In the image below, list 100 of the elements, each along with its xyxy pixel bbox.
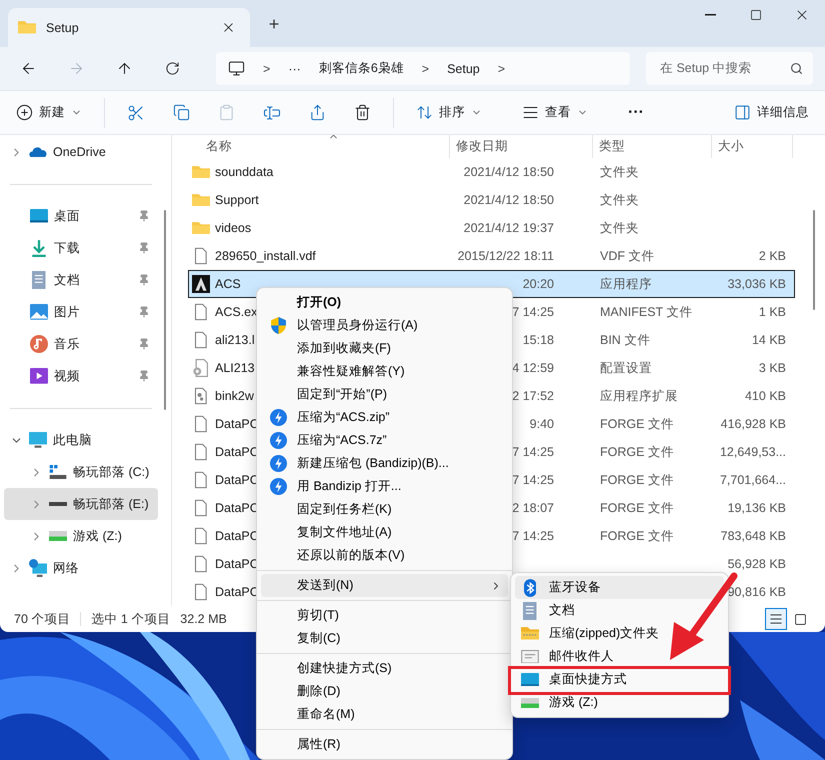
- drive-icon: [521, 698, 539, 708]
- file-name[interactable]: DataPC: [215, 473, 259, 487]
- breadcrumb[interactable]: Setup: [447, 62, 480, 76]
- menu-item[interactable]: 删除(D): [261, 680, 508, 703]
- sort-button[interactable]: 排序: [410, 96, 488, 128]
- menu-item[interactable]: 剪切(T): [261, 604, 508, 627]
- column-header[interactable]: 修改日期: [456, 138, 508, 155]
- search-field[interactable]: 在 Setup 中搜索: [646, 52, 813, 85]
- menu-item[interactable]: 兼容性疑难解答(Y): [261, 360, 508, 383]
- sidebar-item[interactable]: 视频: [4, 360, 158, 392]
- file-name[interactable]: DataPC: [215, 445, 259, 459]
- file-name[interactable]: videos: [215, 221, 252, 235]
- library-file-icon: [195, 387, 207, 405]
- details-button[interactable]: 详细信息: [728, 96, 815, 128]
- menu-item[interactable]: 以管理员身份运行(A): [261, 314, 508, 337]
- breadcrumb-separator[interactable]: >: [263, 62, 270, 76]
- sidebar-item[interactable]: 音乐: [4, 328, 158, 360]
- menu-item[interactable]: 压缩(zipped)文件夹: [515, 622, 724, 645]
- type-cell-text: 文件夹: [599, 164, 640, 180]
- sidebar-item[interactable]: 网络: [4, 552, 158, 584]
- menu-item[interactable]: 发送到(N): [261, 574, 508, 597]
- details-view-button[interactable]: [765, 608, 787, 630]
- folder-icon: [192, 166, 210, 178]
- menu-item[interactable]: 属性(R): [261, 733, 508, 756]
- date-cell-text: 2015/12/22 18:11: [456, 249, 555, 263]
- menu-item[interactable]: 压缩为“ACS.7z”: [261, 429, 508, 452]
- menu-item[interactable]: 复制文件地址(A): [261, 521, 508, 544]
- sidebar-item[interactable]: 桌面: [4, 200, 158, 232]
- sidebar-item[interactable]: OneDrive: [4, 136, 158, 168]
- sidebar-item[interactable]: 下载: [4, 232, 158, 264]
- view-button[interactable]: 查看: [516, 96, 594, 128]
- window-tab[interactable]: Setup: [8, 8, 250, 47]
- column-header[interactable]: 类型: [599, 138, 625, 155]
- sidebar-item[interactable]: 图片: [4, 296, 158, 328]
- menu-item[interactable]: 游戏 (Z:): [515, 691, 724, 714]
- breadcrumb[interactable]: ···: [288, 62, 301, 76]
- new-button[interactable]: 新建: [10, 96, 88, 128]
- menu-item[interactable]: 文档: [515, 599, 724, 622]
- lines-icon: [522, 104, 539, 121]
- menu-item[interactable]: 创建快捷方式(S): [261, 657, 508, 680]
- menu-item[interactable]: 打开(O): [261, 291, 508, 314]
- sidebar-item[interactable]: 游戏 (Z:): [4, 520, 158, 552]
- menu-item[interactable]: 还原以前的版本(V): [261, 544, 508, 567]
- file-name[interactable]: ACS.ex: [215, 305, 258, 319]
- file-name[interactable]: 289650_install.vdf: [215, 249, 316, 263]
- file-name[interactable]: DataPC: [215, 585, 259, 599]
- file-name[interactable]: ali213.l: [215, 333, 255, 347]
- menu-item[interactable]: 用 Bandizip 打开...: [261, 475, 508, 498]
- menu-item[interactable]: 复制(C): [261, 627, 508, 650]
- scissors-icon: [127, 104, 145, 122]
- size-cell-text: 2 KB: [758, 249, 787, 263]
- file-name[interactable]: ACS: [215, 277, 241, 291]
- size-cell-text: 410 KB: [744, 389, 787, 403]
- breadcrumb-separator[interactable]: >: [498, 62, 506, 76]
- minimize-icon: [704, 14, 716, 16]
- file-name[interactable]: DataPC: [215, 529, 259, 543]
- menu-item[interactable]: 桌面快捷方式: [515, 668, 724, 691]
- type-cell-text: 应用程序: [599, 276, 653, 292]
- menu-item[interactable]: 邮件收件人: [515, 645, 724, 668]
- menu-item[interactable]: 新建压缩包 (Bandizip)(B)...: [261, 452, 508, 475]
- sidebar-item[interactable]: 文档: [4, 264, 158, 296]
- file-name[interactable]: DataPC: [215, 501, 259, 515]
- size-cell-text: 3 KB: [758, 361, 787, 375]
- menu-item[interactable]: 压缩为“ACS.zip”: [261, 406, 508, 429]
- type-cell-text: FORGE 文件: [599, 472, 675, 488]
- menu-item[interactable]: 固定到任务栏(K): [261, 498, 508, 521]
- new-tab-button[interactable]: +: [258, 9, 290, 39]
- panel-icon: [734, 104, 751, 121]
- menu-item[interactable]: 添加到收藏夹(F): [261, 337, 508, 360]
- file-name[interactable]: bink2w: [215, 389, 254, 403]
- breadcrumb-separator[interactable]: >: [422, 62, 430, 76]
- address-bar[interactable]: > ··· 刺客信条6枭雄 > Setup >: [216, 52, 630, 85]
- date-cell-text: 7 14:25: [511, 473, 555, 487]
- menu-item[interactable]: 固定到“开始”(P): [261, 383, 508, 406]
- sidebar-item[interactable]: 畅玩部落 (C:): [4, 456, 158, 488]
- file-name[interactable]: ALI213: [215, 361, 255, 375]
- file-name[interactable]: DataPC: [215, 417, 259, 431]
- column-header[interactable]: 大小: [718, 138, 744, 155]
- bandizip-icon: [270, 478, 286, 495]
- rename-icon: [263, 104, 281, 122]
- file-name[interactable]: Support: [215, 193, 259, 207]
- menu-item[interactable]: 重命名(M): [261, 703, 508, 726]
- sidebar-item[interactable]: 畅玩部落 (E:): [4, 488, 158, 520]
- size-cell-text: 783,648 KB: [720, 529, 787, 543]
- more-button[interactable]: ···: [622, 96, 650, 128]
- breadcrumb[interactable]: 刺客信条6枭雄: [318, 60, 404, 77]
- bandizip-icon: [270, 455, 286, 472]
- file-name[interactable]: sounddata: [215, 165, 274, 179]
- date-cell-text: 2021/4/12 19:37: [462, 221, 555, 235]
- copy-icon: [173, 104, 190, 121]
- file-name[interactable]: DataPC: [215, 557, 259, 571]
- download-icon: [30, 239, 48, 257]
- menu-item[interactable]: 蓝牙设备: [515, 576, 724, 599]
- date-cell-text: 7 14:25: [511, 529, 555, 543]
- type-cell-text: FORGE 文件: [599, 500, 675, 516]
- file-icon: [195, 443, 207, 461]
- type-cell-text: 应用程序扩展: [599, 388, 679, 404]
- sidebar-item[interactable]: 此电脑: [4, 424, 158, 456]
- column-header[interactable]: 名称: [206, 138, 232, 155]
- date-cell-text: 2 18:07: [511, 501, 555, 515]
